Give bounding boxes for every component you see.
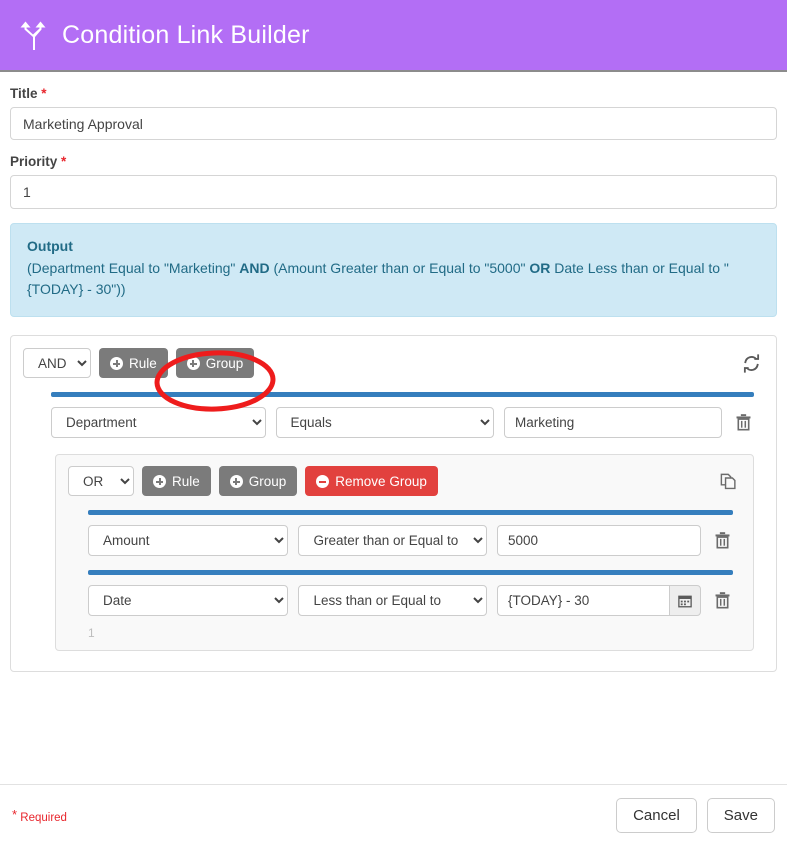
footer-actions: Cancel Save [616,798,775,833]
rule-value-input-amount[interactable] [497,525,701,556]
footer-bar: * Required Cancel Save [0,784,787,846]
rule-field-select-department[interactable]: Department Amount Date [51,407,266,438]
remove-group-label: Remove Group [335,474,427,489]
root-conjunction-select[interactable]: AND OR [23,348,91,378]
form-body: Title * Priority * Output (Department Eq… [0,72,787,672]
nested-add-group-label: Group [249,474,287,489]
rule-operator-select-lte[interactable]: Less than or Equal to Equals Greater tha… [298,585,487,616]
plus-circle-icon [187,357,200,370]
table-row: Department Amount Date Equals Greater th… [23,407,764,438]
title-field-block: Title * [10,86,777,140]
trash-icon[interactable] [711,588,733,614]
nested-group-panel: OR AND Rule Group Remove Group [55,454,754,651]
table-row: Amount Department Date Greater than or E… [68,525,741,556]
rule-value-input-department[interactable] [504,407,722,438]
nested-add-rule-button[interactable]: Rule [142,466,211,496]
output-part: (Department Equal to "Marketing" [27,260,239,276]
priority-label-text: Priority [10,154,57,169]
required-star: * [12,807,17,822]
rule-value-group-date [497,585,701,616]
output-part: (Amount Greater than or Equal to "5000" [270,260,530,276]
nested-group-footnote: 1 [68,616,741,642]
trash-icon[interactable] [732,410,754,436]
calendar-icon[interactable] [669,585,701,616]
plus-circle-icon [110,357,123,370]
root-add-group-label: Group [206,356,244,371]
root-add-rule-button[interactable]: Rule [99,348,168,378]
title-input[interactable] [10,107,777,140]
title-label-text: Title [10,86,38,101]
root-add-group-button[interactable]: Group [176,348,255,378]
copy-icon[interactable] [715,468,741,494]
output-part-and: AND [239,260,269,276]
fork-branch-icon [16,18,50,52]
refresh-icon[interactable] [738,350,764,376]
rule-separator [51,392,754,397]
minus-circle-icon [316,475,329,488]
trash-icon[interactable] [711,528,733,554]
root-add-rule-label: Rule [129,356,157,371]
table-row: Date Department Amount Less than or Equa… [68,585,741,616]
rule-field-select-amount[interactable]: Amount Department Date [88,525,288,556]
priority-required-marker: * [61,154,66,169]
priority-field-block: Priority * [10,154,777,209]
rule-value-group [497,525,701,556]
cancel-button[interactable]: Cancel [616,798,697,833]
nested-group-toolbar: OR AND Rule Group Remove Group [68,466,741,496]
app-header: Condition Link Builder [0,0,787,72]
nested-add-rule-label: Rule [172,474,200,489]
condition-builder-panel: AND OR Rule Group Department [10,335,777,672]
required-note: * Required [12,807,67,824]
root-group-toolbar: AND OR Rule Group [23,348,764,378]
plus-circle-icon [153,475,166,488]
output-expression: (Department Equal to "Marketing" AND (Am… [27,258,760,300]
remove-group-button[interactable]: Remove Group [305,466,438,496]
output-panel: Output (Department Equal to "Marketing" … [10,223,777,317]
output-title: Output [27,238,760,254]
nested-conjunction-select[interactable]: OR AND [68,466,134,496]
rule-value-input-date[interactable] [497,585,669,616]
priority-label: Priority * [10,154,777,169]
priority-input[interactable] [10,175,777,209]
required-text: Required [20,812,67,824]
rule-operator-select-gte[interactable]: Greater than or Equal to Equals Less tha… [298,525,487,556]
rule-separator [88,570,733,575]
rule-operator-select-equals[interactable]: Equals Greater than or Equal to Less tha… [276,407,494,438]
title-required-marker: * [41,86,46,101]
save-button[interactable]: Save [707,798,775,833]
output-part-or: OR [529,260,550,276]
app-title: Condition Link Builder [62,21,310,50]
nested-add-group-button[interactable]: Group [219,466,298,496]
rule-field-select-date[interactable]: Date Department Amount [88,585,288,616]
rule-separator [88,510,733,515]
title-label: Title * [10,86,777,101]
plus-circle-icon [230,475,243,488]
